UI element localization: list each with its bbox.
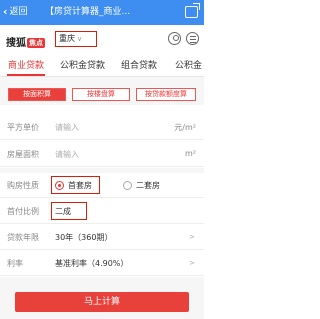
tab-commercial-loan[interactable]: 商业贷款 <box>8 58 44 71</box>
loan-years-row: 贷款年限 30年（360期） > <box>0 225 204 250</box>
tab-by-property[interactable]: 按楼盘算 <box>72 88 130 101</box>
area-row: 房屋面积 请输入 m² <box>0 142 204 167</box>
user-icon[interactable] <box>168 32 181 45</box>
interest-rate-row: 利率 基准利率（4.90%） > <box>0 251 204 276</box>
share-icon[interactable] <box>185 6 198 18</box>
area-unit: m² <box>185 149 196 158</box>
purchase-nature-row: 购房性质 首套房 二套房 <box>0 173 204 198</box>
site-logo[interactable]: 搜狐 焦点 <box>6 34 45 49</box>
city-selector[interactable]: 重庆 ∨ <box>55 31 97 47</box>
unit-price-label: 平方单价 <box>7 123 39 132</box>
loan-years-label: 贷款年限 <box>7 233 39 242</box>
calculate-button[interactable]: 马上计算 <box>15 292 189 312</box>
interest-rate-label: 利率 <box>7 259 23 268</box>
unit-price-unit: 元/m² <box>174 123 196 132</box>
tab-provident-fund-loan[interactable]: 公积金贷款 <box>60 58 105 71</box>
top-nav-bar: ‹ 返回 【房贷计算器_商业... <box>0 0 204 25</box>
second-home-radio[interactable] <box>123 181 132 190</box>
tab-provident-fund[interactable]: 公积金 <box>175 58 202 71</box>
second-home-label: 二套房 <box>136 181 160 190</box>
back-button[interactable]: ‹ 返回 <box>3 5 28 19</box>
area-input[interactable]: 请输入 <box>55 149 79 160</box>
logo-badge: 焦点 <box>27 38 45 48</box>
interest-rate-select[interactable]: 基准利率（4.90%） <box>55 258 128 269</box>
tab-by-loan-amount[interactable]: 按贷款额度算 <box>136 88 196 101</box>
down-payment-label: 首付比例 <box>7 207 39 216</box>
site-header: 搜狐 焦点 重庆 ∨ <box>0 25 204 53</box>
calc-mode-tabs: 按面积算 按楼盘算 按贷款额度算 <box>0 77 204 105</box>
chevron-right-icon: > <box>189 259 195 267</box>
loan-years-select[interactable]: 30年（360期） <box>55 232 112 243</box>
first-home-label: 首套房 <box>68 181 92 190</box>
tab-combined-loan[interactable]: 组合贷款 <box>121 58 157 71</box>
chevron-left-icon: ‹ <box>3 5 8 18</box>
chevron-down-icon: ∨ <box>77 35 83 43</box>
down-payment-row: 首付比例 二成 <box>0 199 204 224</box>
tab-by-area[interactable]: 按面积算 <box>8 88 66 101</box>
active-tab-indicator <box>7 74 45 76</box>
back-label: 返回 <box>9 7 28 17</box>
purchase-nature-label: 购房性质 <box>7 181 39 190</box>
unit-price-input[interactable]: 请输入 <box>55 122 79 133</box>
page-title: 【房贷计算器_商业... <box>45 7 131 17</box>
down-payment-select[interactable]: 二成 <box>55 206 71 217</box>
loan-type-tabs: 商业贷款 公积金贷款 组合贷款 公积金 <box>0 53 204 77</box>
area-label: 房屋面积 <box>7 150 39 159</box>
unit-price-row: 平方单价 请输入 元/m² <box>0 115 204 140</box>
city-label: 重庆 <box>59 34 75 43</box>
menu-icon[interactable] <box>186 32 199 45</box>
first-home-radio[interactable] <box>55 181 64 190</box>
logo-text: 搜狐 <box>6 38 26 49</box>
chevron-right-icon: > <box>189 233 195 241</box>
